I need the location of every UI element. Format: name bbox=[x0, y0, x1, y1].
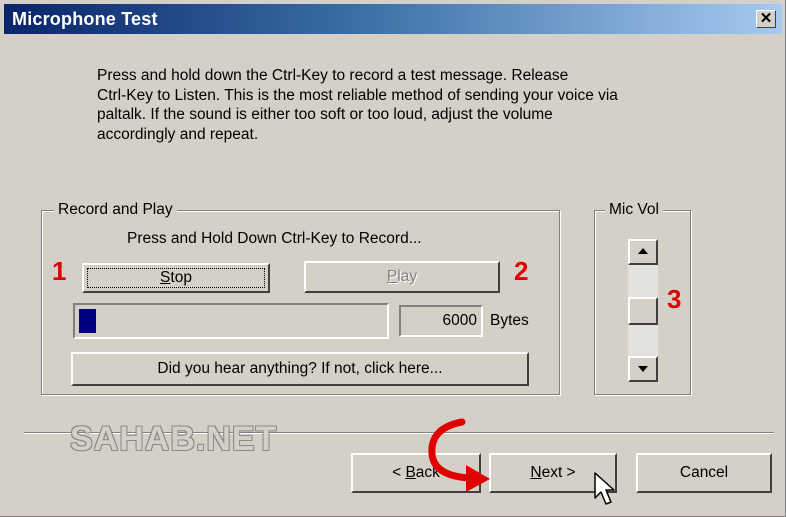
window-title: Microphone Test bbox=[12, 9, 158, 29]
scroll-down-button[interactable] bbox=[628, 356, 658, 382]
close-button[interactable]: ✕ bbox=[756, 10, 776, 28]
cancel-button[interactable]: Cancel bbox=[636, 453, 772, 493]
annotation-marker-2: 2 bbox=[514, 256, 529, 286]
microphone-test-dialog: Microphone Test ✕ Press and hold down th… bbox=[0, 0, 786, 517]
mic-volume-slider[interactable] bbox=[628, 239, 658, 382]
close-icon: ✕ bbox=[759, 10, 773, 27]
progress-fill bbox=[79, 309, 96, 333]
next-button-label: Next > bbox=[530, 464, 576, 481]
play-button[interactable]: Play bbox=[304, 261, 500, 293]
play-button-label: Play bbox=[386, 268, 418, 285]
title-bar: Microphone Test ✕ bbox=[4, 4, 782, 34]
bytes-count: 6000 bbox=[399, 305, 483, 337]
scroll-up-button[interactable] bbox=[628, 239, 658, 265]
annotation-marker-3: 3 bbox=[667, 284, 682, 314]
curved-arrow-icon bbox=[428, 418, 490, 492]
cancel-button-label: Cancel bbox=[679, 464, 729, 481]
scroll-up-arrow-icon bbox=[638, 248, 648, 254]
stop-button-label: Stop bbox=[160, 269, 192, 286]
instructions-text: Press and hold down the Ctrl-Key to reco… bbox=[97, 67, 618, 143]
sahab-watermark: SAHAB.NET bbox=[70, 420, 278, 458]
mouse-cursor-icon bbox=[594, 472, 615, 505]
stop-button[interactable]: Stop bbox=[82, 263, 270, 293]
record-hint: Press and Hold Down Ctrl-Key to Record..… bbox=[127, 230, 422, 247]
did-you-hear-label: Did you hear anything? If not, click her… bbox=[157, 360, 443, 377]
bytes-label: Bytes bbox=[490, 312, 529, 329]
record-and-play-label: Record and Play bbox=[54, 201, 177, 219]
annotation-marker-1: 1 bbox=[52, 256, 67, 286]
did-you-hear-button[interactable]: Did you hear anything? If not, click her… bbox=[71, 352, 529, 386]
scroll-down-arrow-icon bbox=[638, 366, 648, 372]
recording-progress-bar bbox=[73, 303, 389, 339]
volume-thumb[interactable] bbox=[628, 297, 658, 325]
mic-vol-label: Mic Vol bbox=[605, 201, 663, 219]
